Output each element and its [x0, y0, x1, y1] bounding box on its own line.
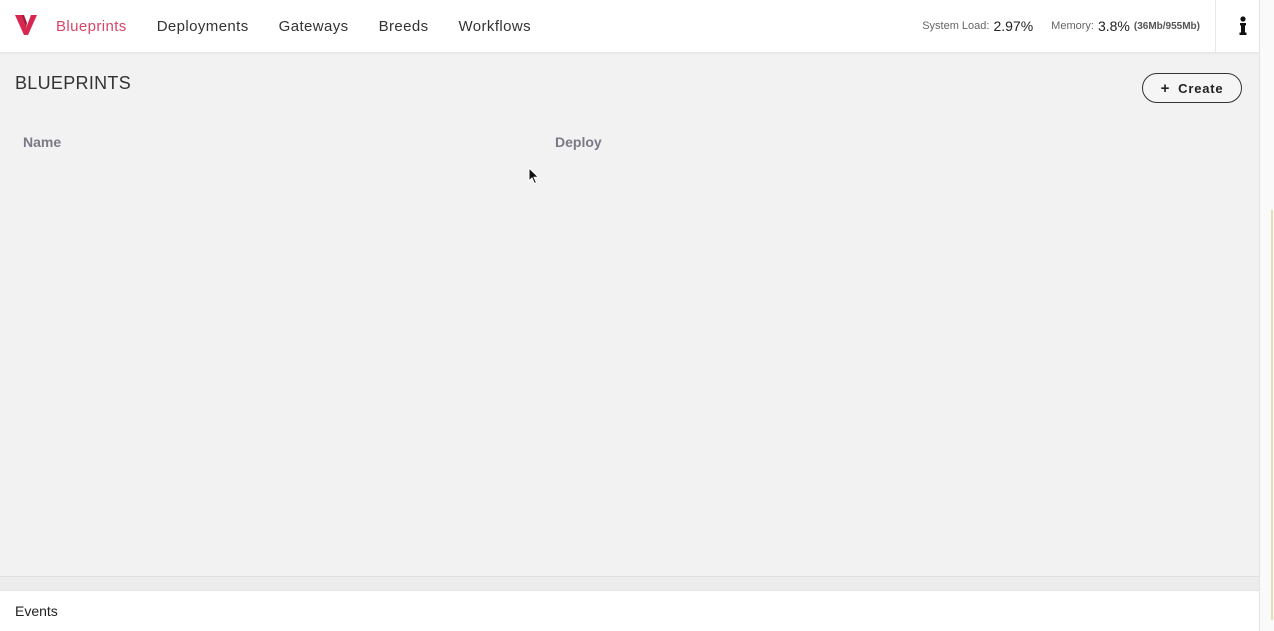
memory-label: Memory:: [1051, 20, 1094, 32]
mouse-cursor-icon: [528, 167, 540, 185]
system-load-value: 2.97%: [993, 18, 1034, 34]
info-icon[interactable]: [1233, 14, 1253, 38]
app-window: Blueprints Deployments Gateways Breeds W…: [0, 0, 1274, 631]
system-load-label: System Load:: [922, 20, 990, 32]
memory-detail: (36Mb/955Mb): [1133, 20, 1200, 32]
nav-blueprints[interactable]: Blueprints: [56, 18, 127, 35]
nav-workflows[interactable]: Workflows: [459, 18, 532, 35]
create-button[interactable]: + Create: [1142, 73, 1242, 103]
top-navigation-bar: Blueprints Deployments Gateways Breeds W…: [0, 0, 1259, 53]
column-header-deploy: Deploy: [555, 134, 602, 150]
events-panel: Events: [0, 590, 1259, 631]
vamp-logo-icon[interactable]: [15, 15, 37, 35]
memory-value: 3.8%: [1097, 18, 1130, 34]
page-title: BLUEPRINTS: [15, 73, 132, 93]
scrollbar-thumb[interactable]: [1271, 210, 1273, 620]
main-nav: Blueprints Deployments Gateways Breeds W…: [56, 0, 531, 52]
system-stats: System Load: 2.97% Memory: 3.8% (36Mb/95…: [922, 0, 1200, 52]
nav-gateways[interactable]: Gateways: [279, 18, 349, 35]
create-button-label: Create: [1178, 80, 1224, 96]
plus-icon: +: [1160, 79, 1171, 97]
nav-deployments[interactable]: Deployments: [157, 18, 249, 35]
events-separator: [0, 576, 1259, 591]
column-header-name: Name: [23, 134, 62, 150]
nav-breeds[interactable]: Breeds: [379, 18, 429, 35]
events-toggle[interactable]: Events: [15, 603, 58, 619]
header-divider: [1215, 0, 1216, 52]
